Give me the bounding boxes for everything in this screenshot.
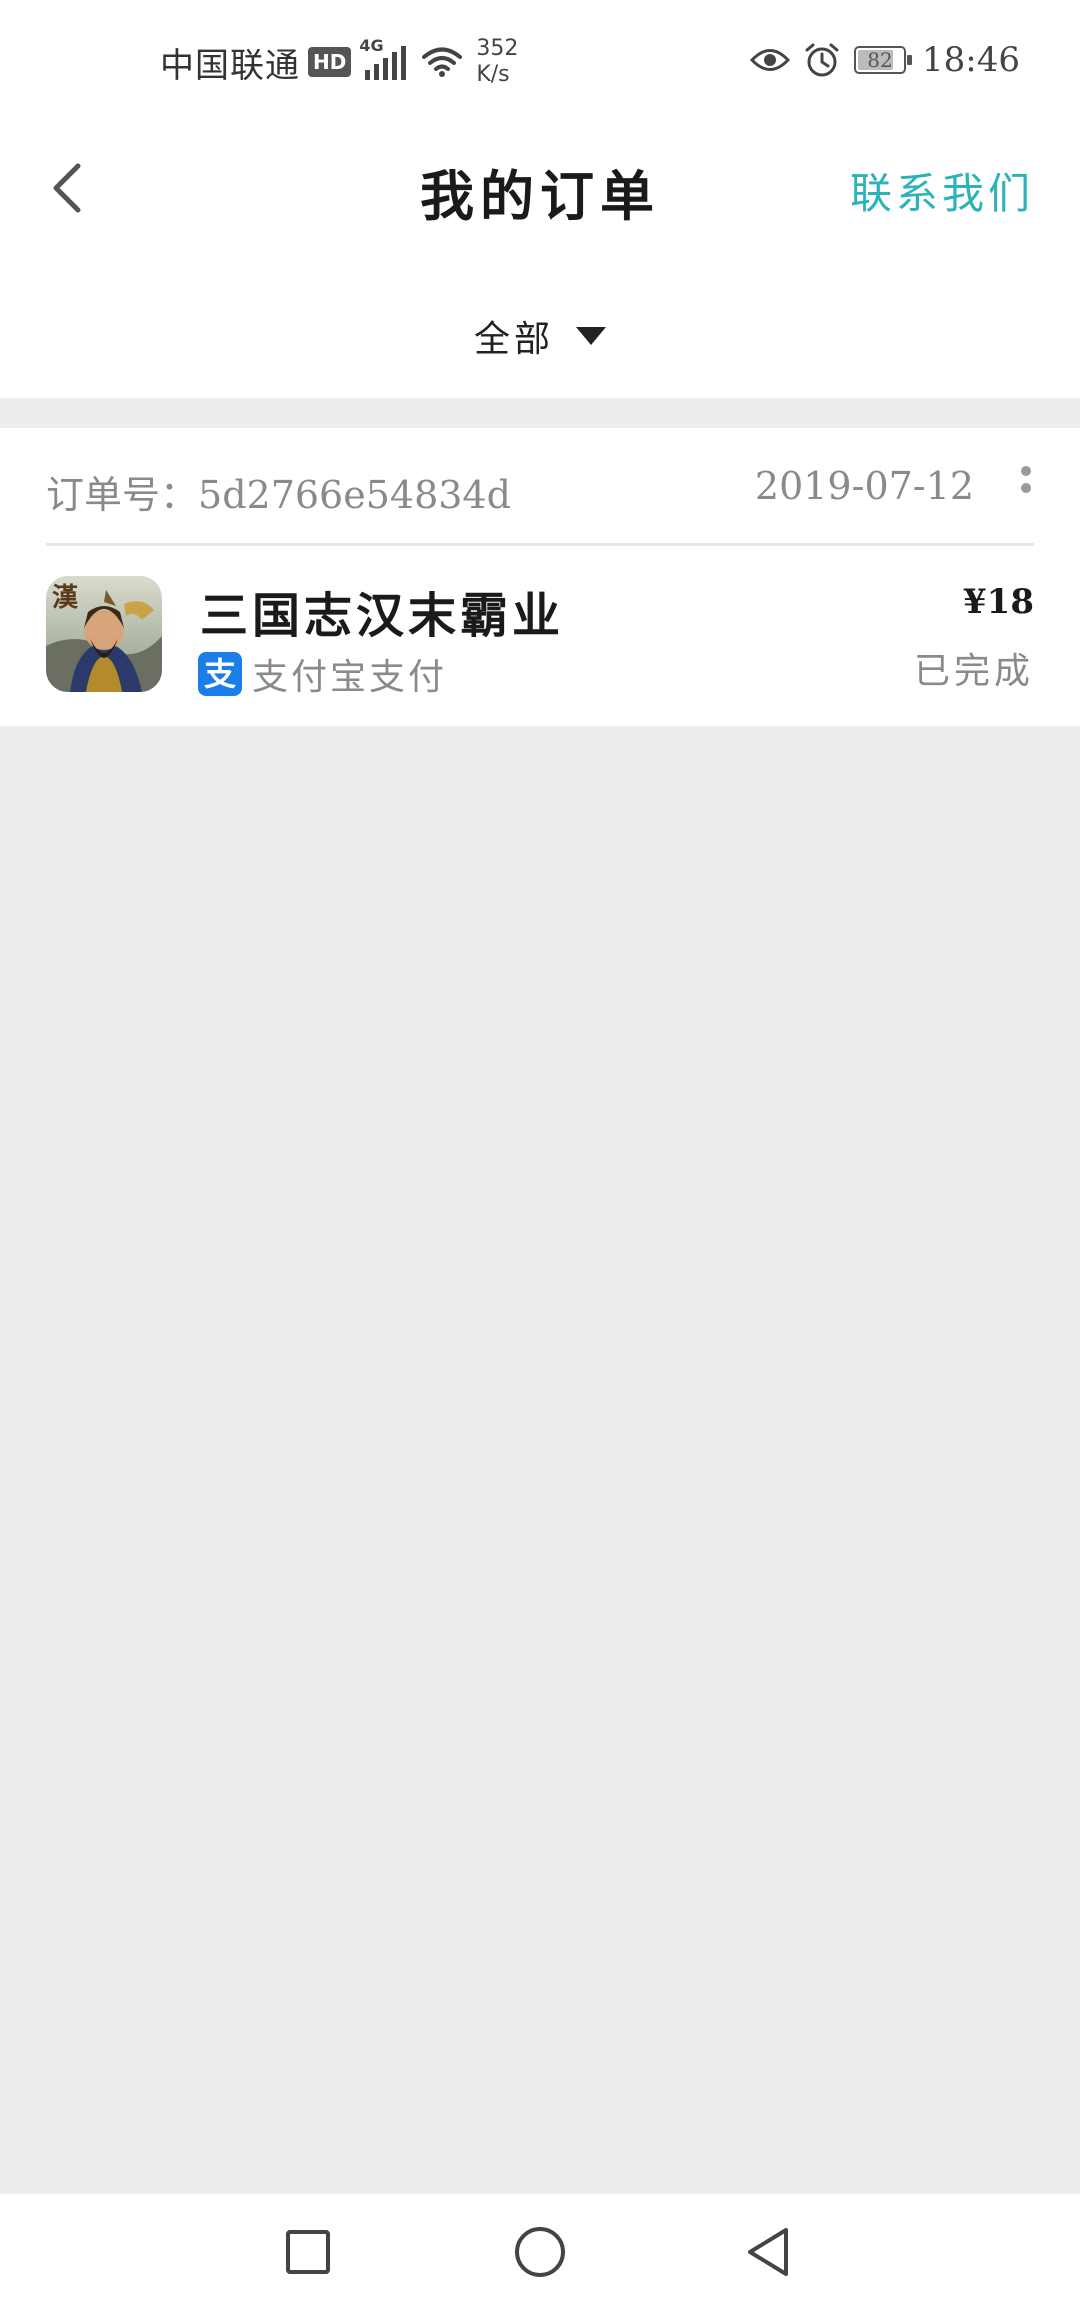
game-name: 三国志汉末霸业 <box>200 588 565 644</box>
battery-level: 82 <box>867 48 893 72</box>
alipay-icon: 支 <box>198 652 242 696</box>
game-icon-text: 漢 <box>52 583 79 613</box>
alarm-icon <box>805 43 839 77</box>
triangle-down-icon <box>576 327 606 345</box>
battery-icon: 82 <box>854 46 913 74</box>
order-card[interactable]: 订单号：5d2766e54834d 2019-07-12 漢 三国志汉末霸业 支… <box>0 428 1080 726</box>
filter-selected-label: 全部 <box>473 319 554 360</box>
contact-us-button[interactable]: 联系我们 <box>850 160 1034 221</box>
payment-method-label: 支付宝支付 <box>252 657 448 698</box>
speed-value: 352 <box>476 36 519 61</box>
order-number-value: 5d2766e54834d <box>198 473 511 517</box>
payment-method: 支 支付宝支付 <box>198 648 447 700</box>
circle-icon[interactable] <box>512 2224 568 2280</box>
wifi-icon <box>422 47 463 77</box>
square-icon[interactable] <box>280 2224 336 2280</box>
game-app-icon: 漢 <box>46 576 162 692</box>
order-number-label: 订单号： <box>46 473 199 517</box>
status-left: 中国联通 HD 4G 352 K/s <box>160 36 518 88</box>
filter-bar: 全部 <box>0 250 1080 398</box>
speed-unit: K/s <box>476 62 510 87</box>
order-status: 已完成 <box>913 651 1034 692</box>
header: 我的订单 联系我们 <box>0 130 1080 250</box>
signal-icon: 4G <box>359 36 407 80</box>
system-nav-bar <box>0 2194 1080 2310</box>
vertical-dots-icon[interactable] <box>1018 466 1034 506</box>
status-bar: 中国联通 HD 4G 352 K/s 82 18:46 <box>0 0 1080 130</box>
eye-icon <box>750 49 791 71</box>
carrier-name: 中国联通 <box>160 45 300 86</box>
status-right: 82 18:46 <box>750 40 1020 80</box>
clock: 18:46 <box>922 40 1020 80</box>
order-header: 订单号：5d2766e54834d 2019-07-12 <box>46 428 1034 546</box>
network-type: 4G <box>359 36 384 55</box>
hd-badge: HD <box>308 47 352 77</box>
filter-dropdown[interactable]: 全部 <box>0 310 1080 362</box>
order-body: 漢 三国志汉末霸业 支 支付宝支付 ¥18 已完成 <box>46 576 1034 698</box>
order-price: ¥18 <box>963 582 1034 622</box>
network-speed: 352 K/s <box>476 36 518 88</box>
triangle-left-icon[interactable] <box>742 2224 798 2280</box>
order-number: 订单号：5d2766e54834d <box>46 464 511 519</box>
order-date: 2019-07-12 <box>754 464 974 508</box>
